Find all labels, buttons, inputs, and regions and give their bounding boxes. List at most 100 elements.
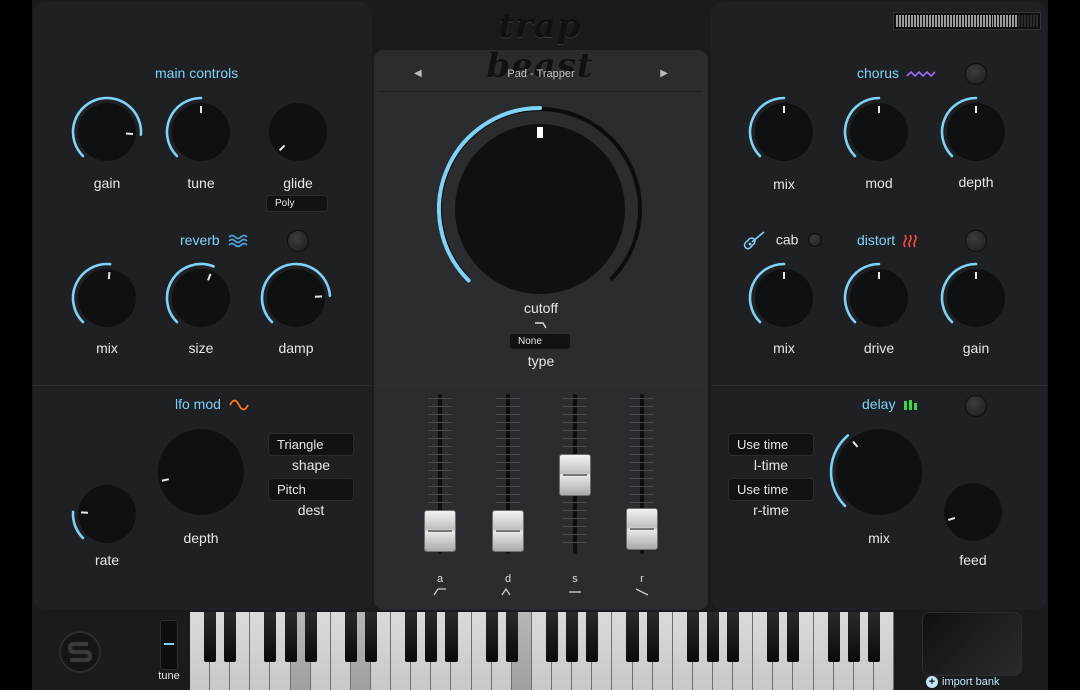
distort-mix-label: mix (773, 340, 795, 356)
reverb-toggle[interactable] (287, 230, 309, 252)
delay-ltime-label: l-time (753, 457, 789, 473)
cab-title: cab (742, 230, 798, 252)
sustain-fader-handle[interactable] (559, 453, 591, 496)
black-key[interactable] (546, 612, 559, 662)
cab-title-label: cab (775, 231, 799, 248)
distort-toggle[interactable] (965, 230, 987, 252)
import-bank-label: import bank (942, 676, 1000, 688)
chorus-depth-knob[interactable] (940, 96, 1012, 168)
reverb-size-label: size (188, 340, 214, 356)
delay-rtime-dropdown[interactable]: Use time (728, 478, 814, 501)
black-key[interactable] (827, 612, 840, 662)
brand-logo-icon (59, 631, 101, 673)
chorus-depth-label: depth (958, 174, 994, 190)
black-key[interactable] (304, 612, 317, 662)
guitar-icon (743, 231, 765, 250)
prev-preset-icon[interactable]: ◀ (414, 68, 422, 79)
lfo-depth-knob[interactable] (151, 422, 251, 522)
filter-shape-icon (535, 322, 547, 329)
cab-toggle[interactable] (808, 233, 822, 247)
black-key[interactable] (626, 612, 639, 662)
black-key[interactable] (566, 612, 579, 662)
delay-mix-label: mix (868, 530, 890, 546)
waves-icon (228, 235, 248, 248)
reverb-size-knob[interactable] (165, 262, 237, 334)
black-key[interactable] (586, 612, 599, 662)
preset-selector: ◀ Pad - Trapper ▶ (380, 56, 702, 92)
distort-gain-knob[interactable] (940, 262, 1012, 334)
lfo-shape-label: shape (291, 457, 331, 473)
black-key[interactable] (646, 612, 659, 662)
lfo-mod-title-label: lfo mod (175, 396, 221, 412)
preset-name[interactable]: Pad - Trapper (507, 68, 574, 80)
reverb-mix-knob[interactable] (71, 262, 143, 334)
black-key[interactable] (224, 612, 237, 662)
voice-mode-dropdown[interactable]: Poly (266, 195, 328, 212)
lfo-dest-label: dest (297, 502, 325, 518)
reverb-title: reverb (180, 232, 248, 248)
left-divider (33, 385, 372, 386)
lfo-mod-title: lfo mod (175, 396, 249, 412)
chorus-mod-knob[interactable] (843, 96, 915, 168)
chorus-toggle[interactable] (965, 63, 987, 85)
cutoff-knob[interactable] (437, 106, 643, 312)
piano-keyboard[interactable] (190, 612, 894, 690)
delay-ltime-dropdown[interactable]: Use time (728, 433, 814, 456)
black-key[interactable] (425, 612, 438, 662)
lfo-rate-knob[interactable] (71, 478, 143, 550)
black-key[interactable] (787, 612, 800, 662)
import-bank-pad[interactable] (922, 612, 1022, 676)
plus-icon: + (926, 676, 938, 688)
distort-gain-label: gain (962, 340, 990, 356)
black-key[interactable] (344, 612, 357, 662)
glide-knob[interactable] (262, 96, 334, 168)
delay-toggle[interactable] (965, 395, 987, 417)
release-fader-label: r (640, 573, 644, 585)
attack-fader-handle[interactable] (424, 510, 456, 553)
sine-wave-icon (229, 399, 249, 411)
black-key[interactable] (847, 612, 860, 662)
tune-knob[interactable] (165, 96, 237, 168)
reverb-damp-knob[interactable] (260, 262, 332, 334)
delay-mix-knob[interactable] (829, 422, 929, 522)
decay-fader-handle[interactable] (492, 510, 524, 553)
next-preset-icon[interactable]: ▶ (660, 68, 668, 79)
black-key[interactable] (445, 612, 458, 662)
black-key[interactable] (767, 612, 780, 662)
delay-title: delay (862, 396, 918, 412)
lfo-dest-dropdown[interactable]: Pitch (268, 478, 354, 501)
attack-fader-label: a (436, 573, 444, 585)
bars-icon (904, 400, 918, 411)
black-key[interactable] (505, 612, 518, 662)
import-bank-button[interactable]: + import bank (926, 676, 999, 688)
black-key[interactable] (706, 612, 719, 662)
tune-label: tune (187, 175, 215, 191)
lfo-shape-dropdown[interactable]: Triangle (268, 433, 354, 456)
release-fader-handle[interactable] (626, 507, 658, 550)
tune-wheel[interactable] (160, 620, 178, 670)
filter-type-label: type (527, 353, 555, 369)
distort-title-label: distort (857, 232, 896, 248)
black-key[interactable] (364, 612, 378, 662)
main-controls-title: main controls (155, 65, 239, 81)
gain-knob[interactable] (71, 96, 143, 168)
reverb-title-label: reverb (180, 232, 220, 248)
attack-shape-icon (433, 588, 446, 596)
delay-feed-knob[interactable] (937, 476, 1009, 548)
chorus-mix-knob[interactable] (748, 96, 820, 168)
black-key[interactable] (284, 612, 297, 662)
reverb-mix-label: mix (96, 340, 118, 356)
distort-mix-knob[interactable] (748, 262, 820, 334)
black-key[interactable] (727, 612, 740, 662)
lfo-depth-label: depth (183, 530, 219, 546)
filter-type-dropdown[interactable]: None (509, 333, 571, 350)
black-key[interactable] (204, 612, 217, 662)
app-logo: trap beast (486, 6, 594, 86)
black-key[interactable] (485, 612, 498, 662)
delay-rtime-label: r-time (753, 502, 789, 518)
black-key[interactable] (405, 612, 418, 662)
black-key[interactable] (686, 612, 699, 662)
black-key[interactable] (264, 612, 277, 662)
distort-drive-knob[interactable] (843, 262, 915, 334)
black-key[interactable] (867, 612, 880, 662)
